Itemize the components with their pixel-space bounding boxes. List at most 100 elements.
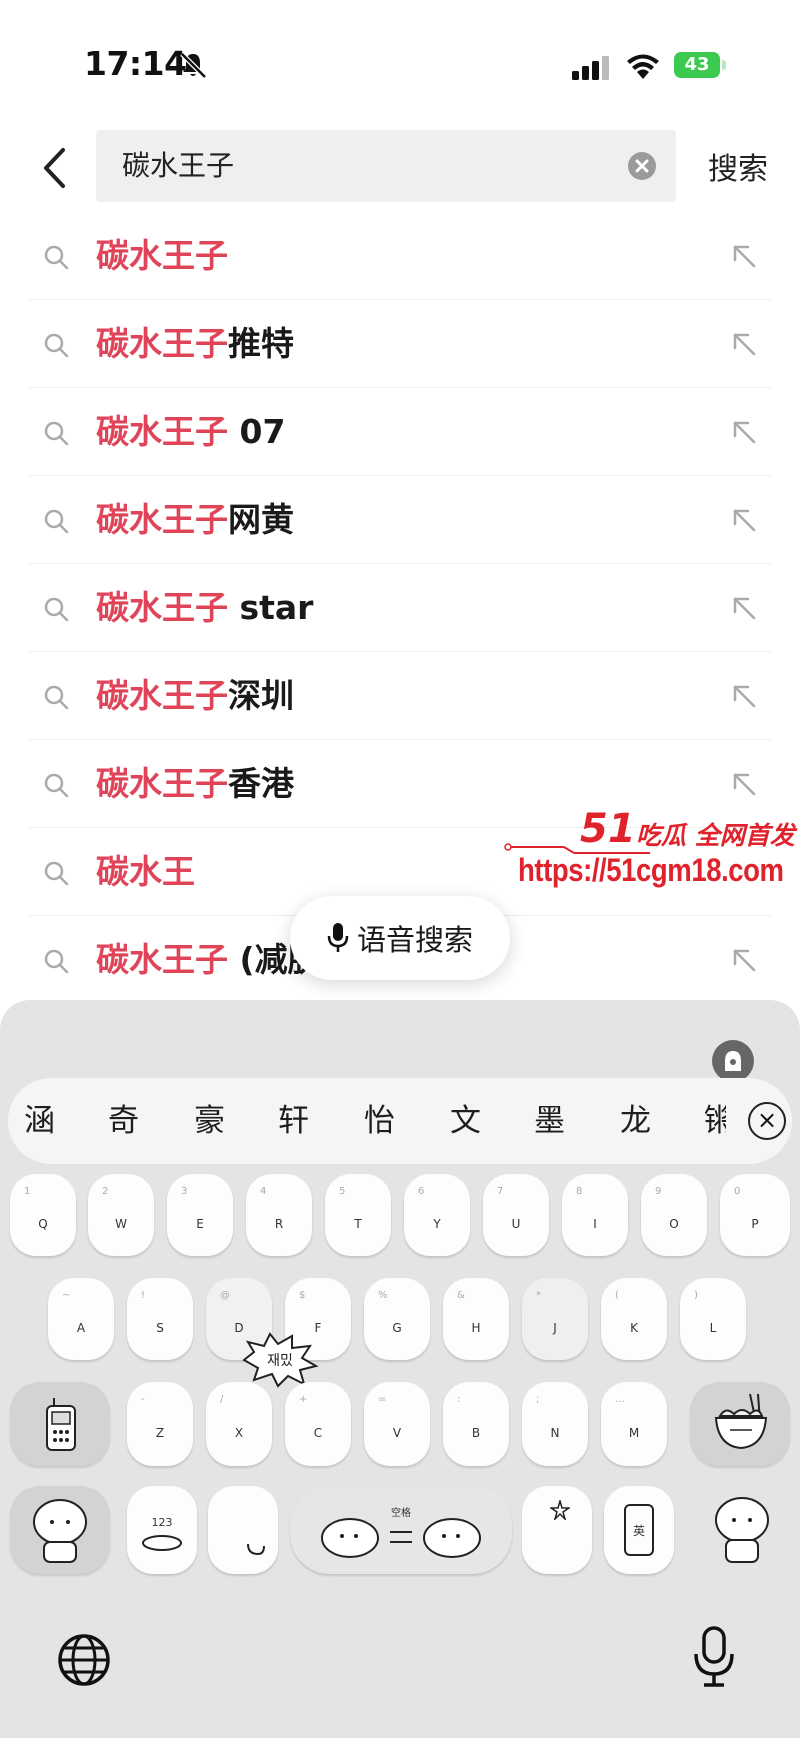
key-x[interactable]: / X bbox=[206, 1382, 272, 1466]
key-a[interactable]: ~ A bbox=[48, 1278, 114, 1360]
back-button[interactable] bbox=[36, 144, 72, 192]
key-s[interactable]: ! S bbox=[127, 1278, 193, 1360]
fill-query-arrow-icon[interactable] bbox=[730, 418, 758, 446]
candidate-item[interactable]: 涵 bbox=[24, 1078, 55, 1164]
fill-query-arrow-icon[interactable] bbox=[730, 682, 758, 710]
search-icon bbox=[44, 245, 69, 270]
search-icon bbox=[44, 949, 69, 974]
search-icon bbox=[44, 773, 69, 798]
key-w[interactable]: 2W bbox=[88, 1174, 154, 1256]
noodle-bowl-icon bbox=[714, 1393, 768, 1450]
enter-key[interactable] bbox=[690, 1486, 790, 1574]
key-q[interactable]: 1Q bbox=[10, 1174, 76, 1256]
candidate-item[interactable]: 轩 bbox=[278, 1078, 309, 1164]
candidate-bar: 涵 奇 豪 轩 怡 文 墨 龙 锵 × bbox=[8, 1078, 792, 1164]
voice-search-label: 语音搜索 bbox=[356, 923, 473, 957]
suggestion-item[interactable]: 碳水王子网黄 bbox=[28, 476, 772, 564]
key-y[interactable]: 6Y bbox=[404, 1174, 470, 1256]
key-o[interactable]: 9O bbox=[641, 1174, 707, 1256]
mic-icon[interactable] bbox=[692, 1626, 736, 1688]
key-l[interactable]: ) L bbox=[680, 1278, 746, 1360]
suggestion-item[interactable]: 碳水王子香港 bbox=[28, 740, 772, 828]
signal-icon bbox=[572, 56, 609, 80]
candidate-item[interactable]: 奇 bbox=[108, 1078, 139, 1164]
fill-query-arrow-icon[interactable] bbox=[730, 770, 758, 798]
candidate-item[interactable]: 锵 bbox=[704, 1078, 726, 1164]
star-icon bbox=[550, 1500, 570, 1520]
search-icon bbox=[44, 333, 69, 358]
candidate-item[interactable]: 墨 bbox=[534, 1078, 565, 1164]
key-t[interactable]: 5T bbox=[325, 1174, 391, 1256]
watermark-tagline: 吃瓜 全网首发 bbox=[636, 821, 795, 850]
bread-icon bbox=[142, 1535, 182, 1551]
suggestion-item[interactable]: 碳水王子推特 bbox=[28, 300, 772, 388]
globe-icon[interactable] bbox=[56, 1632, 112, 1688]
emoji-key[interactable] bbox=[10, 1486, 110, 1574]
key-n[interactable]: ; N bbox=[522, 1382, 588, 1466]
candidate-item[interactable]: 豪 bbox=[194, 1078, 225, 1164]
symbol-key[interactable] bbox=[522, 1486, 592, 1574]
suggestion-text: 碳水王子网黄 bbox=[96, 500, 294, 539]
battery-icon: 43 bbox=[674, 52, 726, 78]
key-e[interactable]: 3E bbox=[167, 1174, 233, 1256]
space-key[interactable]: 空格 bbox=[290, 1486, 512, 1574]
search-input[interactable]: 碳水王子 bbox=[122, 130, 234, 202]
num-key[interactable]: 123 bbox=[127, 1486, 197, 1574]
key-z[interactable]: -Z bbox=[127, 1382, 193, 1466]
key-r[interactable]: 4R bbox=[246, 1174, 312, 1256]
keyboard: 涵 奇 豪 轩 怡 文 墨 龙 锵 × 1Q 2W 3E 4R 5T 6Y 7U… bbox=[0, 1000, 800, 1738]
search-icon bbox=[44, 597, 69, 622]
key-u[interactable]: 7U bbox=[483, 1174, 549, 1256]
search-icon bbox=[44, 509, 69, 534]
suggestion-item[interactable]: 碳水王子 07 bbox=[28, 388, 772, 476]
suggestion-text: 碳水王子推特 bbox=[96, 324, 294, 363]
phone-sticker-key[interactable] bbox=[10, 1382, 110, 1466]
bell-slash-icon bbox=[180, 52, 207, 79]
key-p[interactable]: 0P bbox=[720, 1174, 790, 1256]
search-box[interactable]: 碳水王子 bbox=[96, 130, 676, 202]
wifi-icon bbox=[627, 54, 659, 79]
voice-search-button[interactable]: 语音搜索 bbox=[290, 896, 510, 980]
search-button[interactable]: 搜索 bbox=[708, 144, 768, 188]
candidate-item[interactable]: 文 bbox=[450, 1078, 481, 1164]
key-m[interactable]: … M bbox=[601, 1382, 667, 1466]
sticker-badge: 재밌 bbox=[242, 1332, 319, 1388]
fill-query-arrow-icon[interactable] bbox=[730, 330, 758, 358]
back-chevron-icon bbox=[44, 148, 65, 188]
key-c[interactable]: + C bbox=[285, 1382, 351, 1466]
candidate-item[interactable]: 龙 bbox=[620, 1078, 651, 1164]
suggestion-item[interactable]: 碳水王子 bbox=[28, 212, 772, 300]
watermark-url: https://51cgm18.com bbox=[518, 852, 784, 888]
candidate-item[interactable]: 怡 bbox=[364, 1078, 395, 1164]
fill-query-arrow-icon[interactable] bbox=[730, 946, 758, 974]
key-g[interactable]: % G bbox=[364, 1278, 430, 1360]
suggestion-item[interactable]: 碳水王子深圳 bbox=[28, 652, 772, 740]
search-icon bbox=[44, 685, 69, 710]
close-candidates-icon[interactable]: × bbox=[748, 1102, 786, 1140]
lang-switch-key[interactable]: 英 bbox=[604, 1486, 674, 1574]
key-v[interactable]: = V bbox=[364, 1382, 430, 1466]
emoji-bear-icon bbox=[33, 1499, 87, 1563]
fill-query-arrow-icon[interactable] bbox=[730, 242, 758, 270]
status-time: 17:14 bbox=[84, 44, 187, 83]
keyboard-skin-icon[interactable] bbox=[712, 1040, 754, 1082]
clear-icon[interactable] bbox=[628, 152, 656, 180]
fill-query-arrow-icon[interactable] bbox=[730, 594, 758, 622]
key-b[interactable]: :B bbox=[443, 1382, 509, 1466]
suggestion-text: 碳水王 bbox=[96, 852, 195, 891]
search-icon bbox=[44, 421, 69, 446]
punct-key[interactable] bbox=[208, 1486, 278, 1574]
suggestion-text: 碳水王子 bbox=[96, 236, 228, 275]
potato-faces-icon bbox=[321, 1518, 481, 1558]
svg-text:재밌: 재밌 bbox=[267, 1353, 293, 1369]
fill-query-arrow-icon[interactable] bbox=[730, 506, 758, 534]
key-j[interactable]: * J bbox=[522, 1278, 588, 1360]
suggestion-text: 碳水王子香港 bbox=[96, 764, 294, 803]
key-k[interactable]: (K bbox=[601, 1278, 667, 1360]
key-i[interactable]: 8I bbox=[562, 1174, 628, 1256]
suggestion-item[interactable]: 碳水王子 star bbox=[28, 564, 772, 652]
key-h[interactable]: & H bbox=[443, 1278, 509, 1360]
suggestion-text: 碳水王子 star bbox=[96, 588, 314, 627]
backspace-key[interactable] bbox=[690, 1382, 790, 1466]
status-bar: 17:14 43 bbox=[0, 0, 800, 110]
